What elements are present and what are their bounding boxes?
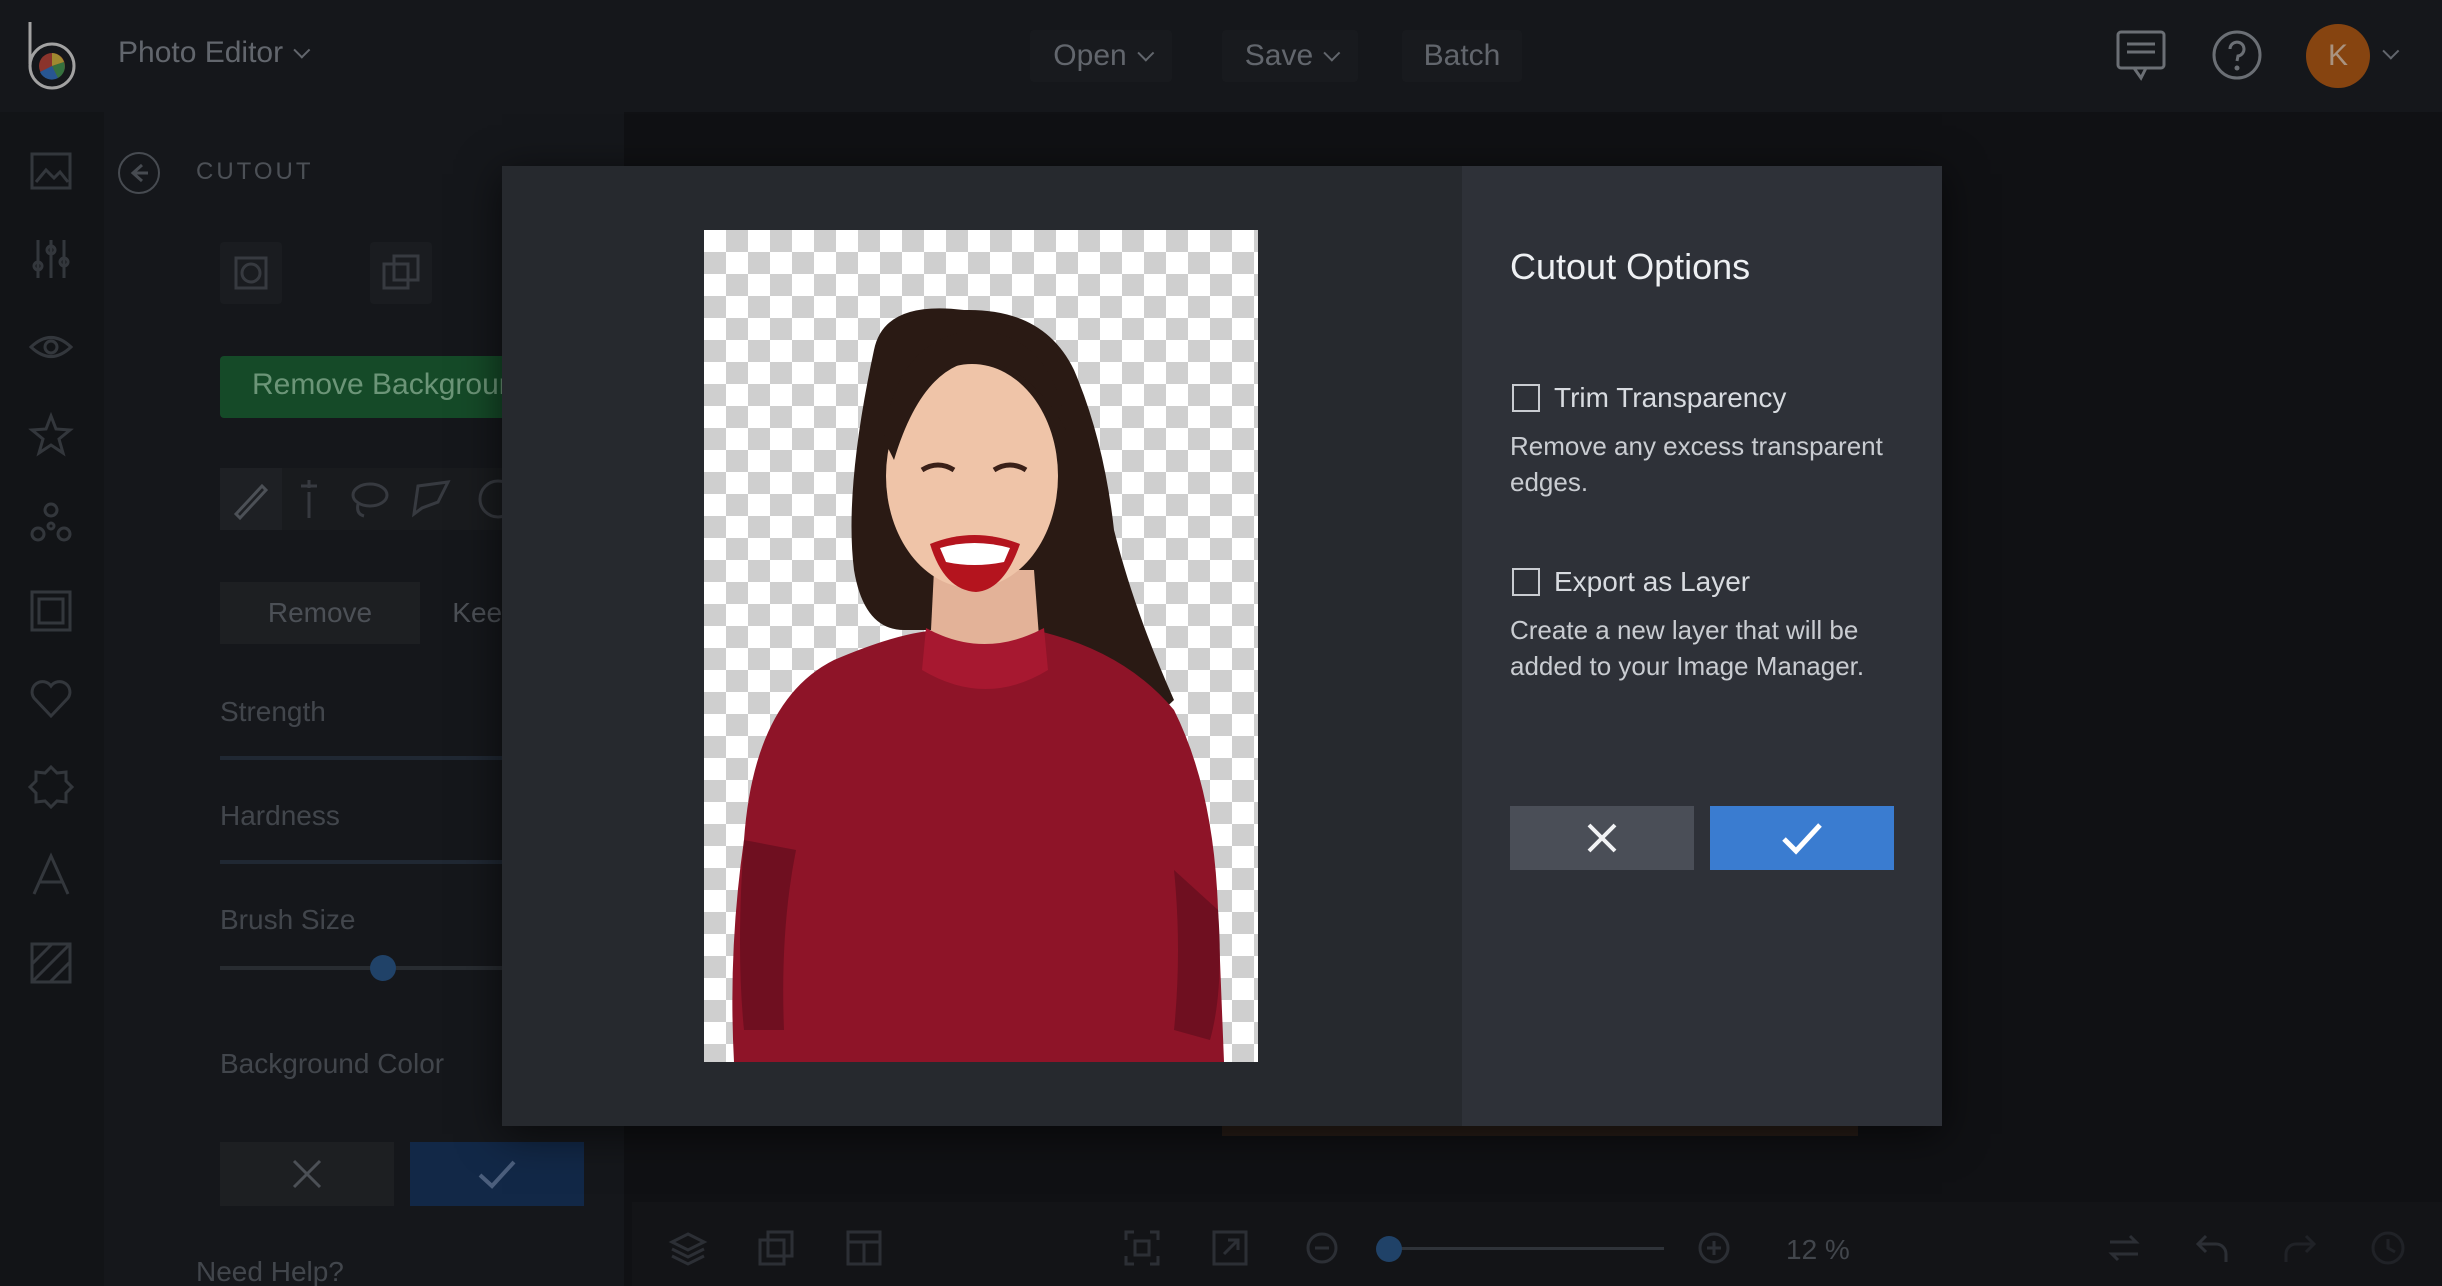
export-as-layer-checkbox[interactable] — [1512, 568, 1540, 596]
options-sidebar: Cutout Options Trim Transparency Remove … — [1462, 166, 1942, 1126]
export-as-layer-description: Create a new layer that will be added to… — [1510, 615, 1865, 681]
export-as-layer-option[interactable]: Export as Layer — [1512, 566, 1750, 598]
dialog-title: Cutout Options — [1510, 246, 1751, 287]
trim-transparency-checkbox[interactable] — [1512, 384, 1540, 412]
cutout-options-dialog: Cutout Options Trim Transparency Remove … — [502, 166, 1942, 1126]
export-as-layer-label[interactable]: Export as Layer — [1554, 566, 1750, 598]
trim-transparency-description: Remove any excess transparent edges. — [1510, 431, 1883, 497]
cutout-preview-image — [704, 230, 1258, 1062]
trim-transparency-label[interactable]: Trim Transparency — [1554, 382, 1786, 414]
close-icon — [1587, 823, 1617, 853]
person-cutout-illustration — [732, 308, 1224, 1062]
apply-button[interactable] — [1710, 806, 1894, 870]
cancel-button[interactable] — [1510, 806, 1694, 870]
checkmark-icon — [1782, 823, 1822, 855]
trim-transparency-option[interactable]: Trim Transparency — [1512, 382, 1786, 414]
